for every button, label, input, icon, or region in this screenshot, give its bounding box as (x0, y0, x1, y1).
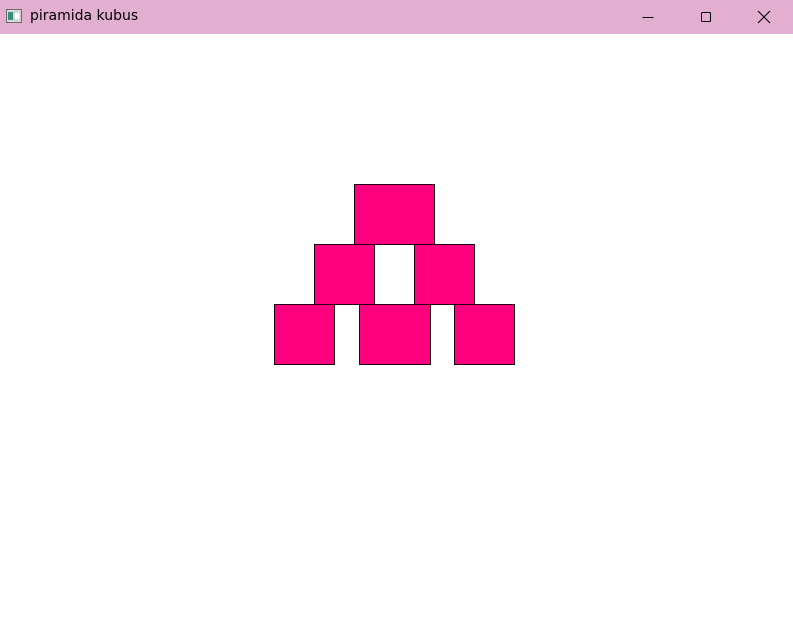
title-bar[interactable]: piramida kubus (0, 0, 793, 34)
cube-row2-2 (414, 244, 475, 305)
cube-row3-1 (274, 304, 335, 365)
app-window: piramida kubus (0, 0, 793, 623)
maximize-button[interactable] (677, 0, 735, 34)
cube-row3-2 (359, 304, 431, 365)
minimize-icon (642, 17, 654, 18)
cube-row3-3 (454, 304, 515, 365)
close-button[interactable] (735, 0, 793, 34)
minimize-button[interactable] (619, 0, 677, 34)
window-title: piramida kubus (30, 8, 139, 24)
cube-row1-1 (354, 184, 435, 245)
maximize-icon (701, 12, 711, 22)
drawing-canvas (0, 34, 793, 623)
cube-row2-1 (314, 244, 375, 305)
app-icon (6, 8, 22, 23)
cube-pyramid (274, 184, 515, 365)
close-icon (757, 10, 771, 24)
